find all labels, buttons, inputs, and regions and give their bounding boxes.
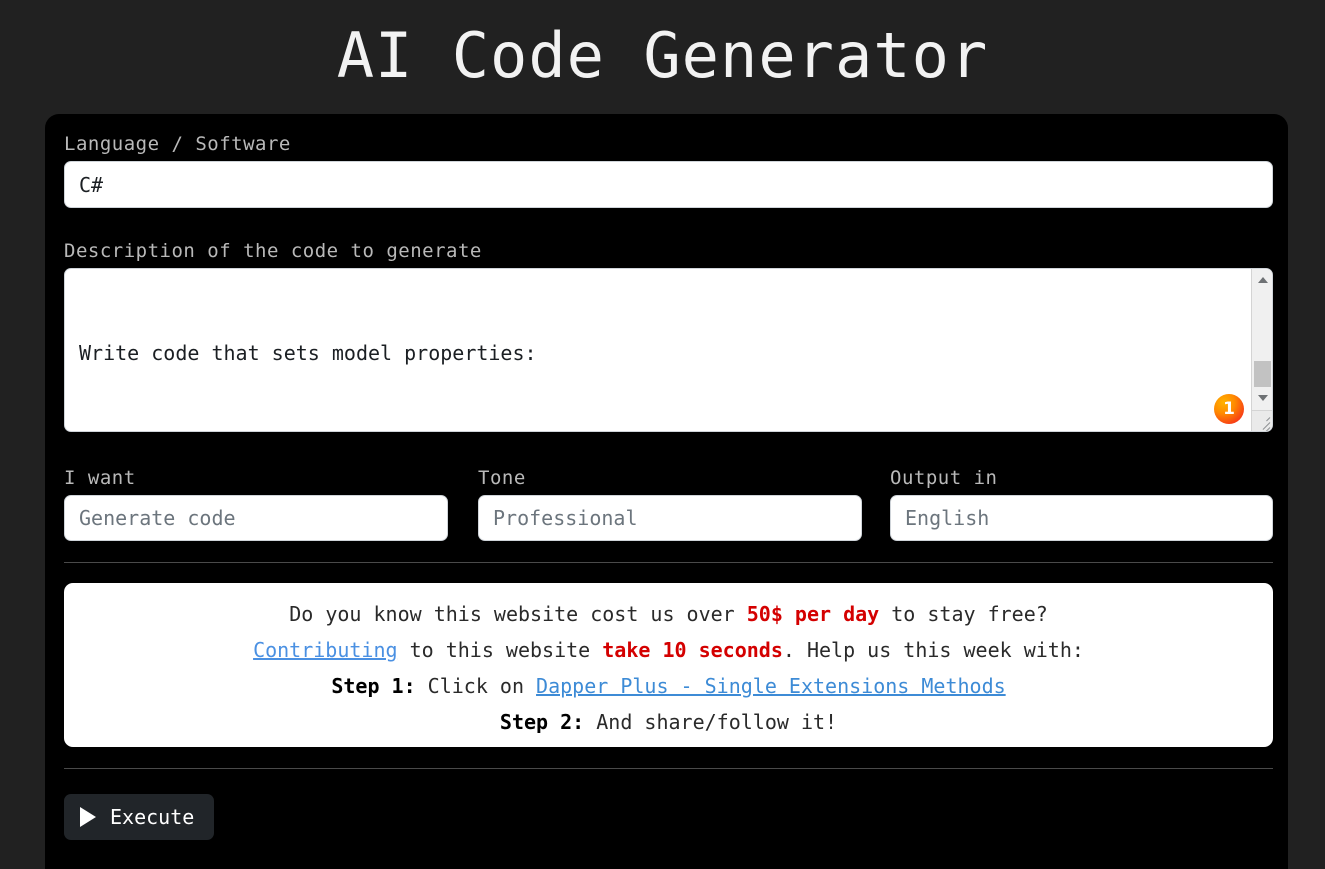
app-root: AI Code Generator Language / Software C#…: [0, 0, 1325, 869]
scrollbar-thumb[interactable]: [1254, 361, 1271, 387]
description-line: Write code that sets model properties:: [79, 341, 537, 365]
i-want-select[interactable]: Generate code: [64, 495, 448, 541]
promo-line-4: Step 2: And share/follow it!: [64, 704, 1273, 740]
play-icon: [80, 807, 96, 827]
promo-line-2-part2: . Help us this week with:: [782, 638, 1084, 662]
tone-value: Professional: [493, 506, 638, 530]
page-title: AI Code Generator: [336, 19, 989, 92]
description-label: Description of the code to generate: [64, 240, 482, 262]
language-input[interactable]: C#: [64, 161, 1273, 208]
textarea-scrollbar[interactable]: [1251, 269, 1272, 431]
execute-button[interactable]: Execute: [64, 794, 215, 840]
dapper-plus-link[interactable]: Dapper Plus - Single Extensions Methods: [536, 674, 1006, 698]
tone-select[interactable]: Professional: [478, 495, 862, 541]
promo-line-1-highlight: 50$ per day: [746, 602, 880, 626]
grip-lines: [1254, 413, 1271, 431]
divider-top: [64, 562, 1273, 563]
promo-line-1-part1: Do you know this website cost us over: [289, 602, 747, 626]
output-in-select[interactable]: English: [890, 495, 1273, 541]
output-in-value: English: [905, 506, 990, 530]
step-2-label: Step 2:: [499, 710, 585, 734]
i-want-value: Generate code: [79, 506, 236, 530]
description-line: 1. model Title with a username.: [79, 428, 1219, 431]
language-label: Language / Software: [64, 133, 291, 155]
promo-line-2-highlight: take 10 seconds: [602, 638, 783, 662]
generator-card: [45, 114, 1288, 869]
resize-grip-icon[interactable]: [1251, 410, 1272, 431]
promo-banner: Do you know this website cost us over 50…: [64, 583, 1273, 747]
step-2-text: And share/follow it!: [584, 710, 838, 734]
status-badge[interactable]: 1: [1214, 394, 1244, 424]
divider-bottom: [64, 768, 1273, 769]
scroll-down-arrow-icon[interactable]: [1252, 387, 1272, 408]
promo-line-2: Contributing to this website take 10 sec…: [64, 632, 1273, 668]
promo-line-1: Do you know this website cost us over 50…: [64, 596, 1273, 632]
promo-line-1-part2: to stay free?: [879, 602, 1048, 626]
status-badge-count: 1: [1223, 399, 1235, 419]
contributing-link[interactable]: Contributing: [253, 638, 398, 662]
step-1-text: Click on: [415, 674, 537, 698]
promo-line-3: Step 1: Click on Dapper Plus - Single Ex…: [64, 668, 1273, 704]
promo-line-2-part1: to this website: [397, 638, 603, 662]
i-want-label: I want: [64, 467, 136, 489]
scroll-up-arrow-icon[interactable]: [1252, 269, 1272, 290]
step-1-label: Step 1:: [331, 674, 416, 698]
execute-button-label: Execute: [110, 805, 195, 829]
tone-label: Tone: [478, 467, 526, 489]
output-in-label: Output in: [890, 467, 998, 489]
description-text: Write code that sets model properties: 1…: [79, 278, 1219, 431]
language-input-value: C#: [79, 172, 104, 197]
description-textarea[interactable]: Write code that sets model properties: 1…: [64, 268, 1273, 432]
